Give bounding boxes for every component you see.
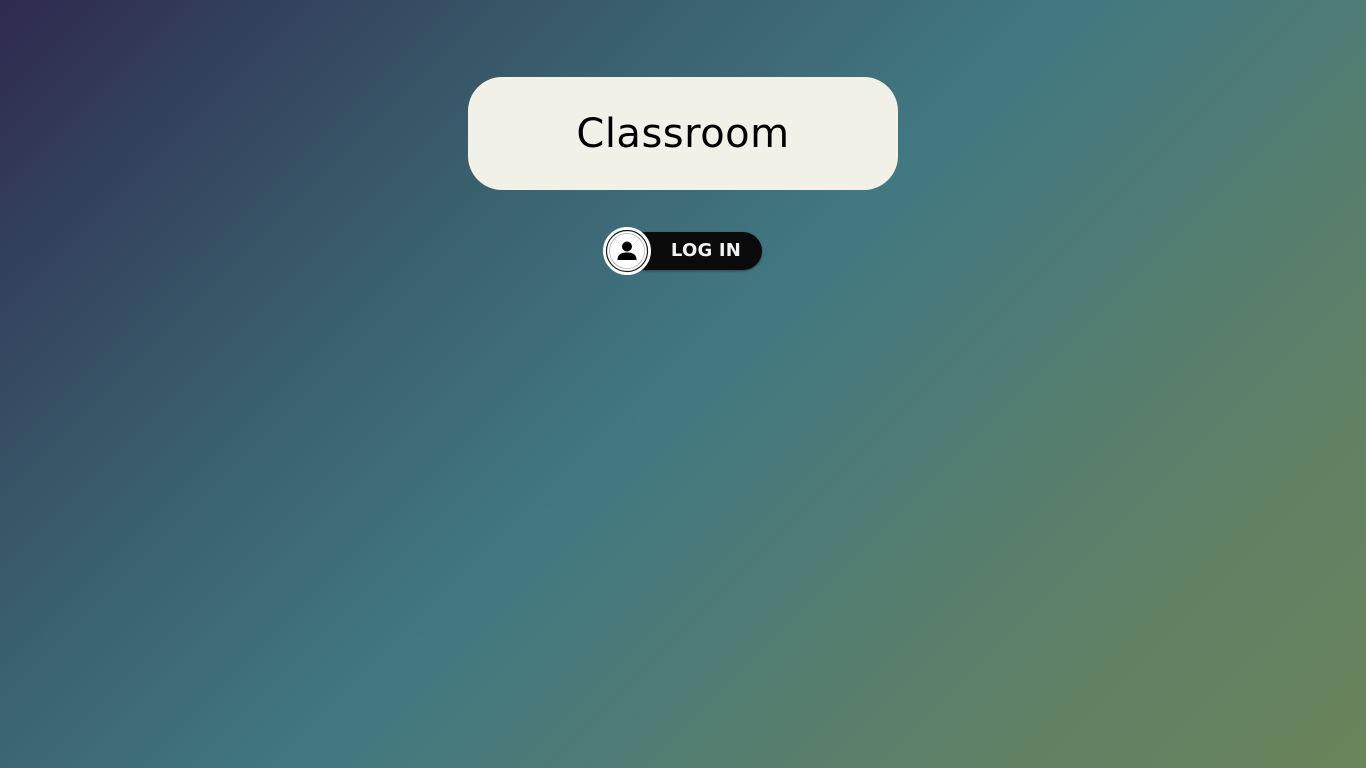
login-button[interactable]: LOG IN bbox=[603, 227, 763, 275]
page-title: Classroom bbox=[576, 110, 790, 157]
login-label: LOG IN bbox=[670, 240, 742, 261]
user-avatar-badge[interactable] bbox=[603, 227, 651, 275]
title-card: Classroom bbox=[468, 77, 898, 190]
user-icon bbox=[605, 229, 649, 273]
